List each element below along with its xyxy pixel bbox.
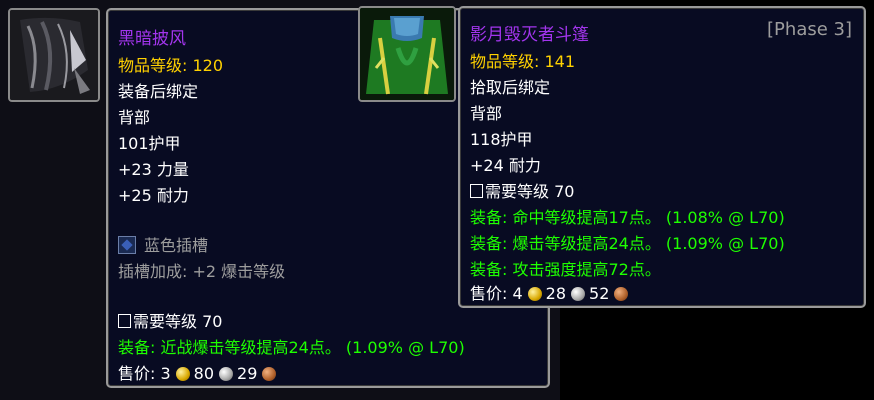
equip-effect-2: 装备: 爆击等级提高24点。 (1.09% @ L70) <box>470 234 785 253</box>
sell-gold: 售价: 4 <box>470 284 523 303</box>
armor: 118护甲 <box>470 130 533 149</box>
bind-type: 拾取后绑定 <box>470 78 551 97</box>
stat-strength: +23 力量 <box>118 160 189 179</box>
item-level-label: 物品等级: <box>470 52 540 71</box>
socket-label: 蓝色插槽 <box>144 236 209 255</box>
dark-cloak-icon[interactable] <box>8 8 100 102</box>
item-level-row: 物品等级: 120 <box>118 52 223 76</box>
item-level-value: 120 <box>192 56 224 75</box>
item-name: 影月毁灭者斗篷 <box>470 25 589 45</box>
gold-coin-icon <box>175 367 190 381</box>
slot: 背部 <box>118 108 151 127</box>
required-level: 需要等级 70 <box>118 308 222 332</box>
item-name: 黑暗披风 <box>118 29 186 49</box>
sell-price: 售价: 3 80 29 <box>118 360 280 384</box>
silver-coin-icon <box>219 367 234 381</box>
item-level-value: 141 <box>544 52 576 71</box>
sell-copper: 52 <box>589 284 610 303</box>
sell-gold: 售价: 3 <box>118 364 171 383</box>
equip-effect-1: 装备: 命中等级提高17点。 (1.08% @ L70) <box>470 208 785 227</box>
gold-coin-icon <box>527 287 542 301</box>
socket-row: 蓝色插槽 <box>118 232 208 256</box>
sell-silver: 28 <box>545 284 567 303</box>
required-level-text: 需要等级 70 <box>133 312 223 331</box>
required-level-text: 需要等级 70 <box>485 182 575 201</box>
stat-stamina: +25 耐力 <box>118 186 189 205</box>
item-level-label: 物品等级: <box>118 56 188 75</box>
socket-bonus: 插槽加成: +2 爆击等级 <box>118 262 286 281</box>
equip-effect-1: 装备: 近战爆击等级提高24点。 (1.09% @ L70) <box>118 338 465 357</box>
copper-coin-icon <box>614 287 629 301</box>
slot: 背部 <box>470 104 503 123</box>
green-cloak-icon[interactable] <box>358 6 456 102</box>
sell-price: 售价: 4 28 52 <box>470 280 632 304</box>
silver-coin-icon <box>571 287 586 301</box>
sell-copper: 29 <box>237 364 258 383</box>
required-level: 需要等级 70 <box>470 178 574 202</box>
missing-glyph-icon <box>118 314 131 328</box>
armor: 101护甲 <box>118 134 181 153</box>
blue-socket-icon <box>118 236 136 254</box>
equip-effect-3: 装备: 攻击强度提高72点。 <box>470 260 661 279</box>
phase-label: [Phase 3] <box>767 19 852 40</box>
item-level-row: 物品等级: 141 <box>470 48 575 72</box>
missing-glyph-icon <box>470 184 483 198</box>
sell-silver: 80 <box>193 364 215 383</box>
bind-type: 装备后绑定 <box>118 82 199 101</box>
stat-stamina: +24 耐力 <box>470 156 541 175</box>
copper-coin-icon <box>262 367 277 381</box>
right-item-tooltip: 影月毁灭者斗篷 [Phase 3] 物品等级: 141 拾取后绑定 背部 118… <box>458 6 866 308</box>
